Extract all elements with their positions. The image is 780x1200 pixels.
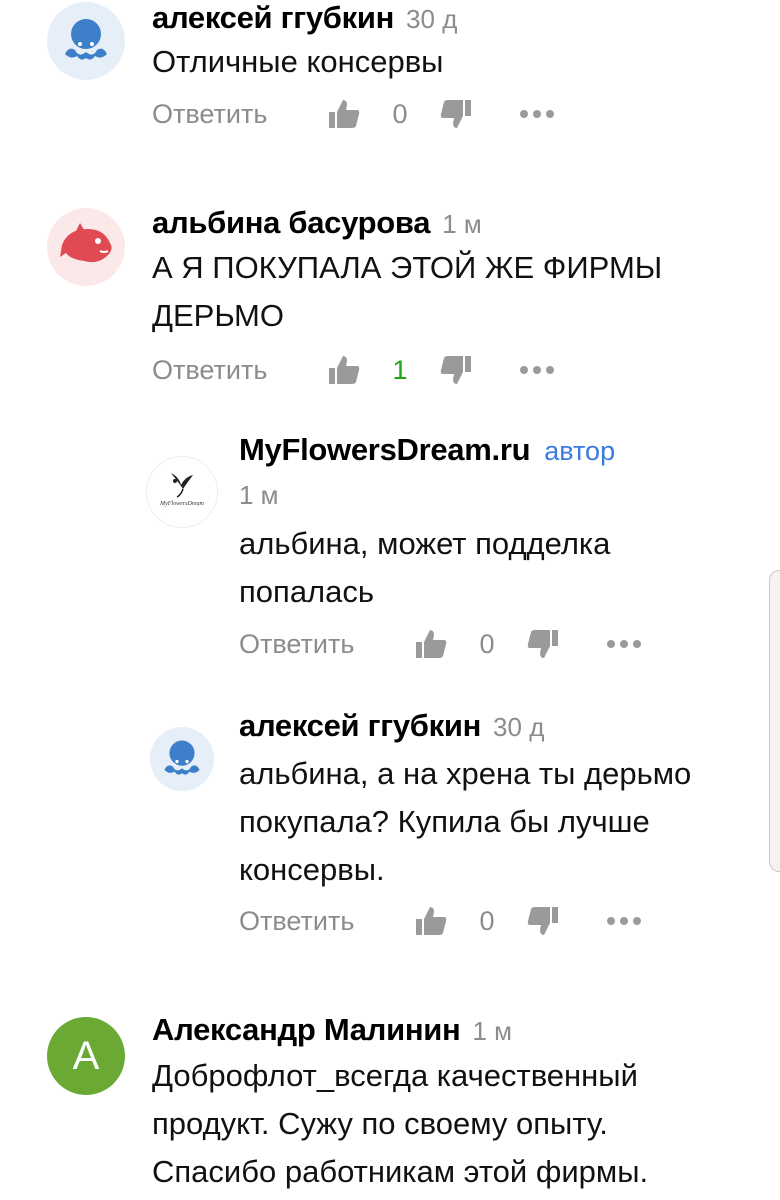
thumbs-up-icon[interactable] xyxy=(415,905,447,937)
comment-text-line: альбина, может подделка xyxy=(239,526,611,561)
octopus-icon xyxy=(65,19,107,60)
author-name[interactable]: алексей ггубкин xyxy=(152,0,394,35)
avatar[interactable]: А xyxy=(47,1017,125,1095)
fish-icon xyxy=(60,223,112,263)
thumbs-down-icon[interactable] xyxy=(527,628,559,660)
comment-text-line: ДЕРЬМО xyxy=(152,298,284,333)
comments-page: алексей ггубкин 30 д Отличные консервы От… xyxy=(0,0,780,1200)
comment-text-line: Спасибо работникам этой фирмы. xyxy=(152,1154,649,1189)
comment-text: альбина, а на хрена ты дерьмо покупала? … xyxy=(239,750,691,894)
comment-text: А Я ПОКУПАЛА ЭТОЙ ЖЕ ФИРМЫ ДЕРЬМО xyxy=(152,244,662,340)
more-icon[interactable] xyxy=(607,917,641,925)
more-icon[interactable] xyxy=(520,366,554,374)
avatar[interactable] xyxy=(47,2,125,80)
author-name[interactable]: алексей ггубкин xyxy=(239,708,481,743)
author-name[interactable]: Александр Малинин xyxy=(152,1012,461,1047)
comment-time: 1 м xyxy=(442,209,482,239)
comment-text-line: продукт. Сужу по своему опыту. xyxy=(152,1106,608,1141)
avatar-letter: А xyxy=(72,1033,100,1078)
comment-time: 30 д xyxy=(493,712,545,742)
comment-text-line: Доброфлот_всегда качественный xyxy=(152,1058,638,1093)
reply-button[interactable]: Ответить xyxy=(239,629,415,660)
comment-text-line: попалась xyxy=(239,574,375,609)
thumbs-up-icon[interactable] xyxy=(415,628,447,660)
comment-text: Доброфлот_всегда качественный продукт. С… xyxy=(152,1052,648,1196)
thumbs-down-icon[interactable] xyxy=(440,98,472,130)
thumbs-down-icon[interactable] xyxy=(527,905,559,937)
comment-text-line: А Я ПОКУПАЛА ЭТОЙ ЖЕ ФИРМЫ xyxy=(152,250,663,285)
comment-text-line: консервы. xyxy=(239,852,385,887)
author-badge: автор xyxy=(544,436,616,466)
thumbs-up-icon[interactable] xyxy=(328,354,360,386)
thumbs-down-icon[interactable] xyxy=(440,354,472,386)
avatar-caption: MyFlowersDream xyxy=(159,501,204,507)
like-count: 0 xyxy=(479,628,495,659)
comment-actions: Ответить 0 xyxy=(152,94,554,134)
more-icon[interactable] xyxy=(520,110,554,118)
reply-button[interactable]: Ответить xyxy=(239,906,415,937)
comment-text: Отличные консервы xyxy=(152,44,444,79)
octopus-icon xyxy=(164,740,200,775)
author-name[interactable]: MyFlowersDream.ru xyxy=(239,432,531,467)
comment-text-line: покупала? Купила бы лучше xyxy=(239,804,650,839)
like-count: 0 xyxy=(392,98,408,129)
comment-text: альбина, может подделка попалась xyxy=(239,520,610,616)
like-count: 1 xyxy=(392,354,408,385)
comment-actions: Ответить 0 xyxy=(239,901,641,941)
comment-time: 1 м xyxy=(239,480,279,510)
comment-text-line: альбина, а на хрена ты дерьмо xyxy=(239,756,692,791)
avatar[interactable] xyxy=(150,727,214,791)
avatar[interactable] xyxy=(47,208,125,286)
flowers-logo-icon: MyFlowersDream xyxy=(159,473,205,507)
author-name[interactable]: альбина басурова xyxy=(152,205,431,240)
thumbs-up-icon[interactable] xyxy=(328,98,360,130)
avatar[interactable]: MyFlowersDream xyxy=(146,456,218,528)
comment-time: 30 д xyxy=(406,4,458,34)
like-count: 0 xyxy=(479,905,495,936)
reply-button[interactable]: Ответить xyxy=(152,99,328,130)
comment-actions: Ответить 1 xyxy=(152,350,554,390)
comment-time: 1 м xyxy=(472,1016,512,1046)
comment-actions: Ответить 0 xyxy=(239,624,641,664)
more-icon[interactable] xyxy=(607,640,641,648)
scrollbar[interactable] xyxy=(769,570,780,872)
reply-button[interactable]: Ответить xyxy=(152,355,328,386)
